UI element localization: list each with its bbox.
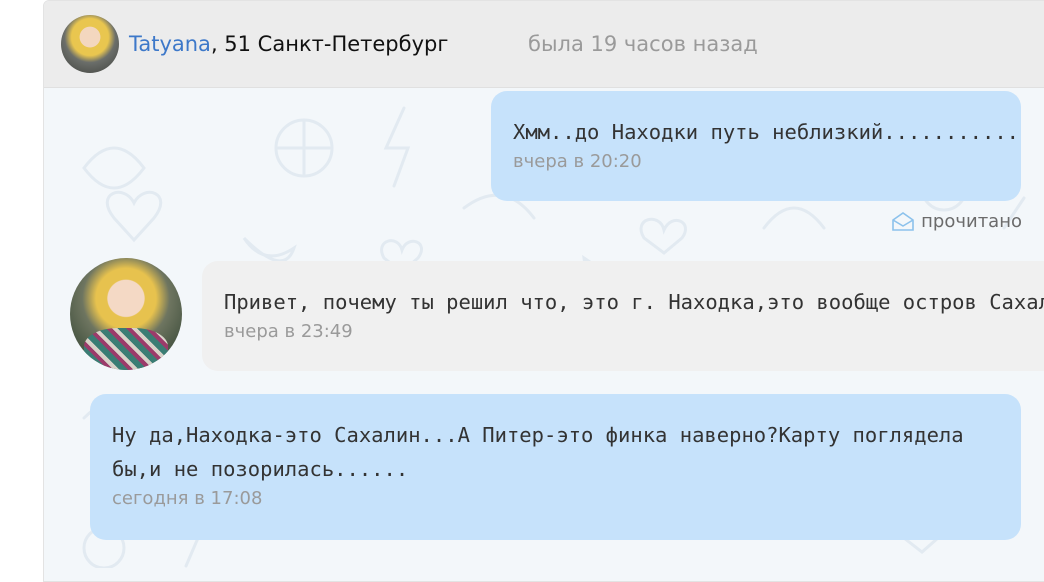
user-info: Tatyana, 51 Санкт-Петербург [129,32,448,56]
message-list: Хмм..до Находки путь неблизкий..........… [44,88,1044,581]
last-seen-status: была 19 часов назад [528,32,758,56]
avatar-photo-detail [84,328,168,370]
message-bubble-outgoing[interactable]: Ну да,Находка-это Сахалин...А Питер-это … [90,394,1021,540]
user-name-link[interactable]: Tatyana [129,32,211,56]
sender-avatar[interactable] [70,258,182,370]
message-time: вчера в 20:20 [513,151,642,172]
chat-header: Tatyana, 51 Санкт-Петербург была 19 часо… [44,1,1044,88]
user-details: , 51 Санкт-Петербург [210,32,449,56]
message-time: сегодня в 17:08 [112,488,263,509]
message-text-line-1: Ну да,Находка-это Сахалин...А Питер-это … [112,423,964,447]
read-status: прочитано [891,210,1022,232]
message-time: вчера в 23:49 [224,321,353,342]
envelope-open-icon [892,212,914,231]
chat-panel: Tatyana, 51 Санкт-Петербург была 19 часо… [43,0,1044,582]
message-text: Хмм..до Находки путь неблизкий..........… [513,120,1020,144]
read-status-label: прочитано [921,210,1022,232]
message-bubble-incoming[interactable]: Привет, почему ты решил что, это г. Нахо… [202,261,1044,371]
user-avatar[interactable] [61,15,119,73]
message-text-line-2: бы,и не позорилась...... [112,457,409,481]
message-bubble-outgoing[interactable]: Хмм..до Находки путь неблизкий..........… [491,91,1021,201]
message-text: Привет, почему ты решил что, это г. Нахо… [224,290,1044,314]
